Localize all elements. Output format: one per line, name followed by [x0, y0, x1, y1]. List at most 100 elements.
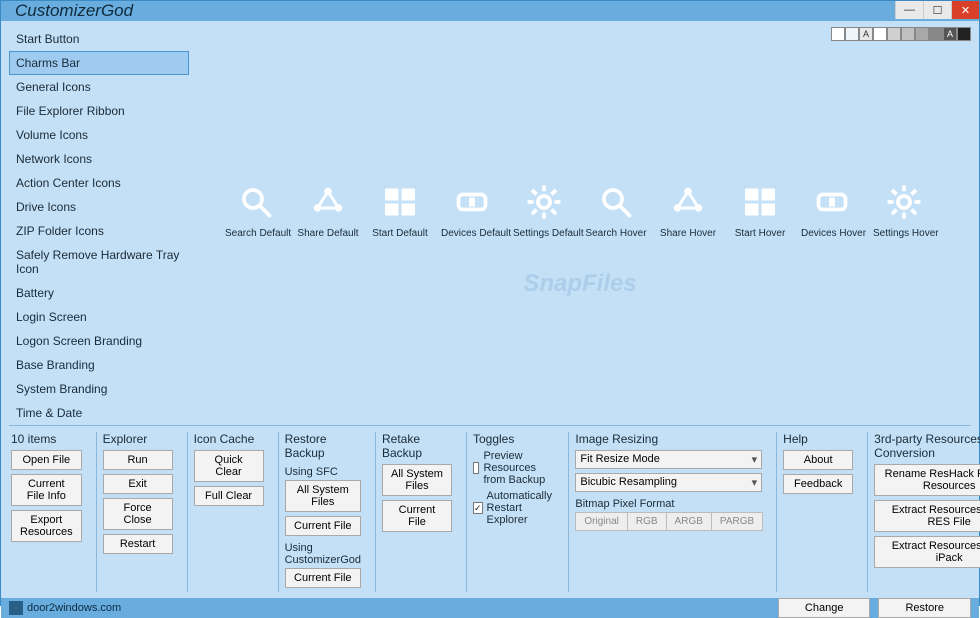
restore-button[interactable]: Restore	[878, 598, 971, 618]
titlebar: CustomizerGod — ☐ ✕	[1, 1, 979, 21]
toggle-row[interactable]: Preview Resources from Backup	[473, 450, 554, 486]
sidebar-item[interactable]: Drive Icons	[9, 195, 189, 219]
button[interactable]: Run	[103, 450, 173, 470]
icon-label: Settings Default	[513, 228, 575, 239]
segment-option[interactable]: PARGB	[711, 512, 763, 531]
segment-option[interactable]: RGB	[627, 512, 667, 531]
sidebar-item[interactable]: Network Icons	[9, 147, 189, 171]
sidebar-item[interactable]: File Explorer Ribbon	[9, 99, 189, 123]
icon-item[interactable]: Search Hover	[585, 182, 647, 239]
start-icon	[380, 182, 420, 222]
button[interactable]: Rename ResHack RC File Resources	[874, 464, 980, 496]
icon-item[interactable]: Settings Hover	[873, 182, 935, 239]
group-restore-title: Restore Backup	[285, 432, 361, 460]
group-iconcache-title: Icon Cache	[194, 432, 264, 446]
segment-option[interactable]: ARGB	[666, 512, 712, 531]
group-retake-title: Retake Backup	[382, 432, 452, 460]
icon-row: Search Default Share Default Start Default…	[189, 182, 971, 239]
icon-item[interactable]: Share Hover	[657, 182, 719, 239]
sidebar-item[interactable]: ZIP Folder Icons	[9, 219, 189, 243]
button[interactable]: Export Resources	[11, 510, 82, 542]
content-area: Search Default Share Default Start Default…	[189, 27, 971, 425]
settings-icon	[884, 182, 924, 222]
bottom-panel: 10 items Open File Current File Info Expor…	[9, 425, 971, 598]
sidebar-item[interactable]: Time & Date	[9, 401, 189, 425]
settings-icon	[524, 182, 564, 222]
button[interactable]: Current File	[285, 568, 361, 588]
change-button[interactable]: Change	[778, 598, 871, 618]
icon-item[interactable]: Start Hover	[729, 182, 791, 239]
icon-item[interactable]: Search Default	[225, 182, 287, 239]
group-conv-title: 3rd-party Resources Conversion	[874, 432, 980, 460]
group-items-title: 10 items	[11, 432, 82, 446]
icon-item[interactable]: Devices Hover	[801, 182, 863, 239]
button[interactable]: Current File	[285, 516, 361, 536]
button[interactable]: Current File Info	[11, 474, 82, 506]
sidebar-item[interactable]: System Branding	[9, 377, 189, 401]
checkbox[interactable]	[473, 462, 479, 474]
icon-item[interactable]: Settings Default	[513, 182, 575, 239]
footer-link-text: door2windows.com	[27, 602, 121, 614]
group-resizing-title: Image Resizing	[575, 432, 762, 446]
button[interactable]: Full Clear	[194, 486, 264, 506]
button[interactable]: Current File	[382, 500, 452, 532]
button[interactable]: Open File	[11, 450, 82, 470]
sidebar-item[interactable]: Start Button	[9, 27, 189, 51]
icon-label: Search Hover	[585, 228, 647, 239]
sidebar-item[interactable]: Volume Icons	[9, 123, 189, 147]
icon-item[interactable]: Share Default	[297, 182, 359, 239]
button[interactable]: Extract Resources from RES File	[874, 500, 980, 532]
close-button[interactable]: ✕	[951, 1, 979, 19]
group-toggles-title: Toggles	[473, 432, 554, 446]
icon-label: Settings Hover	[873, 228, 935, 239]
resize-mode-select[interactable]: Fit Resize Mode	[575, 450, 762, 469]
sidebar-item[interactable]: Logon Screen Branding	[9, 329, 189, 353]
sidebar-item[interactable]: Action Center Icons	[9, 171, 189, 195]
button[interactable]: All System Files	[382, 464, 452, 496]
pixel-format-title: Bitmap Pixel Format	[575, 498, 762, 510]
button[interactable]: Restart	[103, 534, 173, 554]
button[interactable]: Extract Resources from iPack	[874, 536, 980, 568]
button[interactable]: About	[783, 450, 853, 470]
share-icon	[668, 182, 708, 222]
restore-cg-subtitle: Using CustomizerGod	[285, 542, 361, 566]
icon-label: Share Default	[297, 228, 359, 239]
sidebar-item[interactable]: Battery	[9, 281, 189, 305]
search-icon	[236, 182, 276, 222]
devices-icon	[452, 182, 492, 222]
footer-link-icon	[9, 601, 23, 615]
search-icon	[596, 182, 636, 222]
start-icon	[740, 182, 780, 222]
sidebar-item[interactable]: General Icons	[9, 75, 189, 99]
toggle-row[interactable]: ✓Automatically Restart Explorer	[473, 490, 554, 526]
maximize-button[interactable]: ☐	[923, 1, 951, 19]
button[interactable]: Force Close	[103, 498, 173, 530]
group-help-title: Help	[783, 432, 853, 446]
button[interactable]: All System Files	[285, 480, 361, 512]
watermark: SnapFiles	[523, 270, 636, 298]
sidebar-item[interactable]: Base Branding	[9, 353, 189, 377]
sidebar-item[interactable]: Charms Bar	[9, 51, 189, 75]
icon-label: Share Hover	[657, 228, 719, 239]
button[interactable]: Quick Clear	[194, 450, 264, 482]
icon-label: Devices Hover	[801, 228, 863, 239]
footer: door2windows.com Change Restore	[1, 598, 979, 618]
toggle-label: Preview Resources from Backup	[483, 450, 554, 486]
restore-sfc-subtitle: Using SFC	[285, 466, 361, 478]
devices-icon	[812, 182, 852, 222]
footer-link[interactable]: door2windows.com	[9, 601, 121, 615]
icon-label: Start Hover	[729, 228, 791, 239]
button[interactable]: Exit	[103, 474, 173, 494]
icon-item[interactable]: Devices Default	[441, 182, 503, 239]
sidebar-item[interactable]: Safely Remove Hardware Tray Icon	[9, 243, 189, 281]
resample-select[interactable]: Bicubic Resampling	[575, 473, 762, 492]
segment-option[interactable]: Original	[575, 512, 627, 531]
button[interactable]: Feedback	[783, 474, 853, 494]
group-explorer-title: Explorer	[103, 432, 173, 446]
share-icon	[308, 182, 348, 222]
icon-item[interactable]: Start Default	[369, 182, 431, 239]
checkbox[interactable]: ✓	[473, 502, 483, 514]
sidebar: Start ButtonCharms BarGeneral IconsFile …	[9, 27, 189, 425]
minimize-button[interactable]: —	[895, 1, 923, 19]
sidebar-item[interactable]: Login Screen	[9, 305, 189, 329]
